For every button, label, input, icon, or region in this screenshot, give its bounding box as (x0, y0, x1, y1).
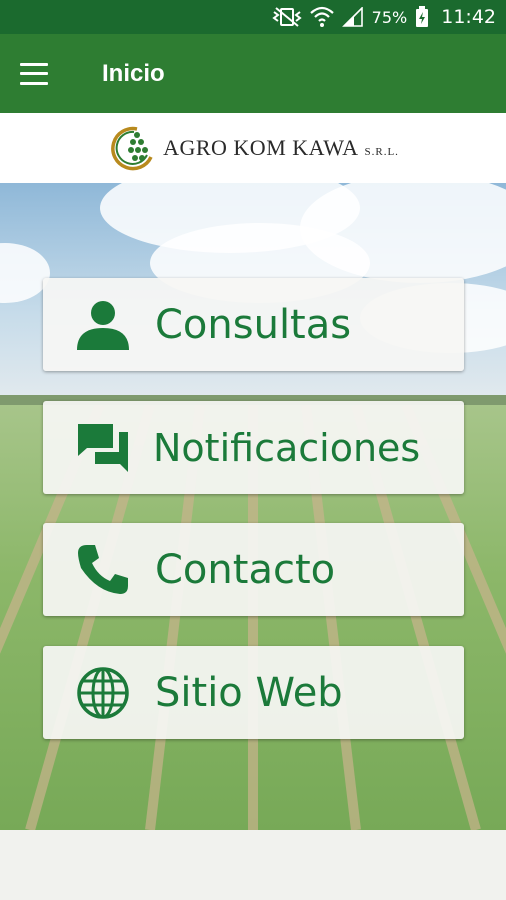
company-name: AGRO KOM KAWA S.R.L. (163, 135, 399, 161)
menu-item-label: Consultas (155, 301, 352, 348)
menu-item-contacto[interactable]: Contacto (43, 523, 464, 616)
menu-item-consultas[interactable]: Consultas (43, 278, 464, 371)
logo-banner: AGRO KOM KAWA S.R.L. (0, 113, 506, 183)
phone-icon (73, 540, 133, 600)
page-title: Inicio (102, 59, 165, 87)
menu-item-notificaciones[interactable]: Notificaciones (43, 401, 464, 494)
menu-item-label: Sitio Web (155, 669, 343, 716)
status-bar: 75% 11:42 (0, 0, 506, 34)
company-name-text: AGRO KOM KAWA (163, 135, 359, 160)
menu-item-label: Contacto (155, 546, 336, 593)
wifi-icon (309, 6, 334, 27)
person-icon (73, 295, 133, 355)
app-bar: Inicio (0, 34, 506, 113)
company-logo-icon (111, 126, 153, 171)
clock: 11:42 (441, 6, 496, 28)
vibrate-off-icon (272, 7, 302, 27)
signal-icon (341, 7, 363, 27)
menu-item-label: Notificaciones (153, 425, 421, 470)
hamburger-menu-icon[interactable] (20, 62, 48, 85)
company-suffix: S.R.L. (364, 146, 399, 158)
battery-charging-icon (416, 6, 429, 27)
battery-percent: 75% (371, 7, 408, 27)
chat-bubbles-icon (73, 418, 133, 478)
menu-item-sitio-web[interactable]: Sitio Web (43, 646, 464, 739)
footer-area (0, 830, 506, 900)
globe-icon (73, 663, 133, 723)
